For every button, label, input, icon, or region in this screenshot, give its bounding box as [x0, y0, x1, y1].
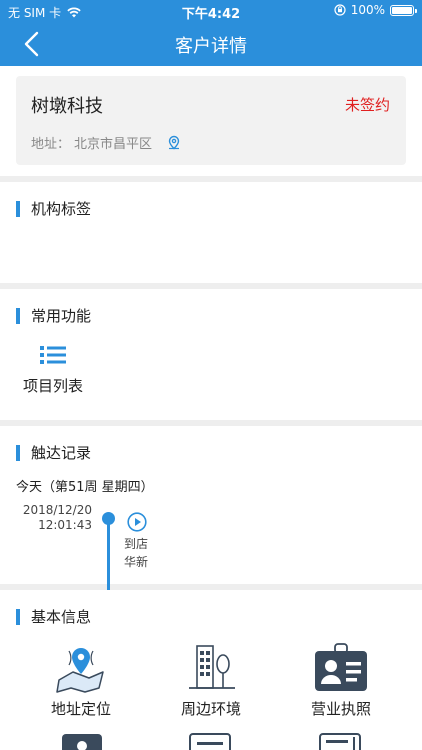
- surroundings-button[interactable]: 周边环境: [156, 642, 266, 719]
- functions-section: 常用功能 项目列表: [0, 289, 422, 420]
- address-label: 地址：: [31, 137, 71, 152]
- page-title: 客户详情: [175, 36, 247, 57]
- project-list-label: 项目列表: [22, 377, 83, 395]
- record-time: 12:01:43: [38, 518, 92, 532]
- timeline-line: [107, 516, 110, 596]
- record-datetime: 2018/12/20 12:01:43: [20, 503, 92, 533]
- status-bar: 无 SIM 卡 下午4:42 100%: [0, 0, 422, 22]
- company-section: 树墩科技 未签约 地址： 北京市昌平区: [0, 66, 422, 176]
- section-header: 常用功能: [16, 305, 91, 326]
- play-icon[interactable]: [127, 512, 147, 532]
- timeline-dot: [102, 512, 115, 525]
- section-title: 基本信息: [31, 608, 92, 626]
- today-label: 今天（第51周 星期四）: [16, 480, 154, 495]
- section-marker: [16, 608, 20, 625]
- map-pin-icon: [56, 648, 104, 693]
- nav-bar: 客户详情: [0, 22, 422, 66]
- newspaper-icon[interactable]: [318, 733, 362, 750]
- battery-icon: [390, 4, 417, 16]
- business-license-button[interactable]: 营业执照: [286, 642, 396, 719]
- address-row: 地址： 北京市昌平区: [31, 133, 182, 152]
- record-person: 华新: [124, 555, 149, 569]
- section-header: 机构标签: [16, 198, 91, 219]
- status-right: 100%: [334, 3, 417, 17]
- company-card[interactable]: 树墩科技 未签约 地址： 北京市昌平区: [16, 76, 406, 165]
- list-icon: [40, 346, 66, 364]
- contact-card-icon[interactable]: [60, 733, 104, 750]
- record-action: 到店: [124, 537, 149, 551]
- touch-records-section: 触达记录 今天（第51周 星期四） 2018/12/20 12:01:43 到店…: [0, 426, 422, 596]
- address-location-label: 地址定位: [50, 700, 111, 718]
- section-marker: [16, 444, 20, 461]
- basic-info-section: 基本信息 地址定位 周边环境 营业执照: [0, 590, 422, 750]
- section-title: 机构标签: [31, 200, 92, 218]
- section-header: 基本信息: [16, 606, 91, 627]
- address-location-button[interactable]: 地址定位: [26, 642, 136, 719]
- section-marker: [16, 307, 20, 324]
- tags-section: 机构标签: [0, 182, 422, 283]
- surroundings-label: 周边环境: [180, 700, 241, 718]
- battery-percent: 100%: [350, 3, 385, 17]
- sign-status-badge: 未签约: [344, 96, 390, 114]
- section-header: 触达记录: [16, 442, 91, 463]
- record-date: 2018/12/20: [22, 503, 92, 517]
- document-icon[interactable]: [188, 733, 232, 750]
- id-badge-icon: [315, 643, 367, 691]
- record-event: 到店 华新: [124, 535, 148, 571]
- project-list-button[interactable]: 项目列表: [18, 345, 88, 396]
- orientation-lock-icon: [334, 4, 346, 16]
- section-title: 常用功能: [31, 307, 92, 325]
- address-value: 北京市昌平区: [74, 137, 153, 152]
- building-icon: [189, 645, 235, 689]
- business-license-label: 营业执照: [310, 700, 371, 718]
- company-name: 树墩科技: [31, 96, 103, 117]
- section-title: 触达记录: [31, 444, 92, 462]
- section-marker: [16, 200, 20, 217]
- location-pin-icon[interactable]: [166, 135, 182, 151]
